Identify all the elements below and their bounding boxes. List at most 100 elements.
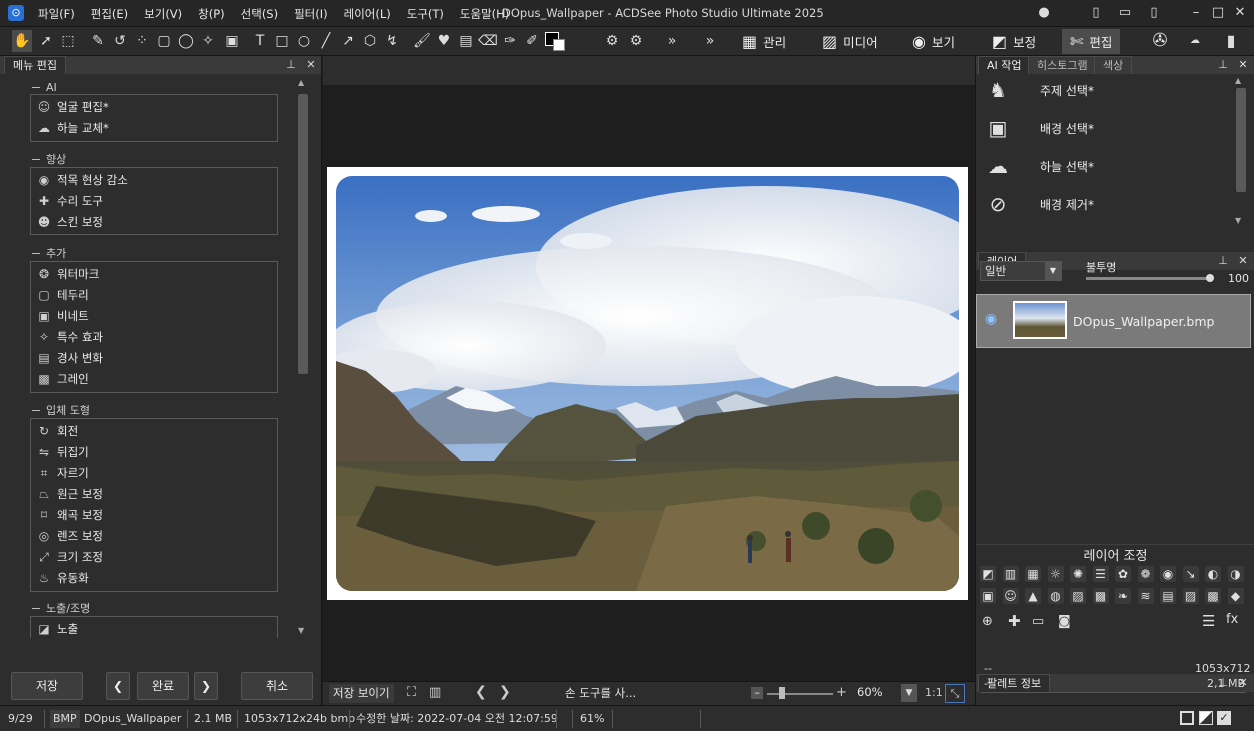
menu-file[interactable]: 파일(F) [30, 6, 83, 22]
marquee-icon[interactable]: ⬚ [58, 30, 78, 52]
menu-item-skin[interactable]: ☻ 스킨 보정 [37, 212, 103, 232]
close-button[interactable]: ✕ [1230, 4, 1250, 22]
gradient-icon[interactable]: ▤ [456, 30, 476, 52]
brush-select-icon[interactable]: ✎ [88, 30, 108, 52]
close-panel-icon[interactable]: ✕ [1236, 253, 1250, 269]
menu-tools[interactable]: 도구(T) [399, 6, 452, 22]
next-button[interactable]: ❯ [194, 672, 218, 700]
eraser-icon[interactable]: ⌫ [478, 30, 498, 52]
color-balance-adjust-icon[interactable]: ❁ [1137, 566, 1154, 582]
zoom-value[interactable]: 60% [857, 685, 901, 699]
stamp-icon[interactable]: ▣ [222, 30, 242, 52]
arrow-tool-icon[interactable]: ↗ [338, 30, 358, 52]
group-header-enhance[interactable]: 향상 [32, 152, 66, 166]
square-view-icon[interactable] [1180, 711, 1194, 725]
menu-item-border[interactable]: ▢ 테두리 [37, 285, 88, 305]
landscape-photo[interactable] [336, 176, 959, 591]
paint-brush-icon[interactable]: 🖌 [412, 30, 432, 52]
white-balance-adjust-icon[interactable]: ◉ [1160, 566, 1176, 582]
prev-image-icon[interactable]: ❮ [475, 684, 487, 700]
drop-adjust-icon[interactable]: ◍ [1047, 588, 1064, 604]
ai-select-background[interactable]: ▣ 배경 선택* [980, 110, 1094, 146]
cancel-button[interactable]: 취소 [241, 672, 313, 700]
glasses-adjust-icon[interactable]: ❧ [1115, 588, 1131, 604]
contrast-adjust-icon[interactable]: ◐ [1205, 566, 1221, 582]
menu-item-watermark[interactable]: ❂ 워터마크 [37, 264, 99, 284]
select-arrow-icon[interactable]: ➚ [36, 30, 56, 52]
expand-tools-icon[interactable]: » [662, 30, 682, 52]
zoom-slider[interactable] [767, 693, 833, 695]
app-logo-icon[interactable]: ⊙ [8, 5, 24, 21]
fx-icon[interactable]: fx [1226, 612, 1238, 627]
text-tool-icon[interactable]: T [250, 30, 270, 52]
pin-icon[interactable]: ⊥ [1216, 253, 1230, 269]
panel-right-toggle-icon[interactable]: ▯ [1144, 4, 1164, 22]
menu-item-crop[interactable]: ⌗ 자르기 [37, 463, 89, 483]
group-header-exposure[interactable]: 노출/조명 [32, 601, 90, 615]
menu-layer[interactable]: 레이어(L) [336, 6, 399, 22]
dodge-adjust-icon[interactable]: ↘ [1182, 566, 1199, 582]
panel-bottom-toggle-icon[interactable]: ▭ [1115, 4, 1135, 22]
heal-brush-icon[interactable]: ♥ [434, 30, 454, 52]
menu-item-lens[interactable]: ◎ 렌즈 보정 [37, 526, 103, 546]
grain-adjust-icon[interactable]: ▩ [1205, 588, 1221, 604]
zoom-slider-thumb[interactable] [779, 687, 785, 699]
ellipse-tool-icon[interactable]: ○ [294, 30, 314, 52]
mode-media-button[interactable]: ▨ 미디어 [814, 29, 886, 54]
pin-icon[interactable]: ⊥ [1216, 57, 1230, 73]
fit-to-window-icon[interactable]: ⤡ [945, 684, 965, 703]
menu-item-grain[interactable]: ▩ 그레인 [37, 369, 88, 389]
rect-select-icon[interactable]: ▢ [154, 30, 174, 52]
menu-item-flip[interactable]: ⇋ 뒤집기 [37, 442, 89, 462]
cloud-365-icon[interactable]: ☁ [1182, 30, 1208, 52]
dropper-icon[interactable]: ✑ [500, 30, 520, 52]
close-panel-icon[interactable]: ✕ [1236, 57, 1250, 73]
maximize-button[interactable]: □ [1208, 4, 1228, 22]
minimize-button[interactable]: – [1186, 4, 1206, 22]
save-button[interactable]: 저장 [11, 672, 83, 700]
account-icon[interactable]: ● [1034, 4, 1054, 22]
sharpen-adjust-icon[interactable]: ▲ [1025, 588, 1041, 604]
noise-adjust-icon[interactable]: ▨ [1070, 588, 1086, 604]
ai-mask-icon[interactable]: ⚙ [602, 30, 622, 52]
tab-color[interactable]: 색상 [1094, 56, 1133, 74]
compare-view-icon[interactable] [1199, 711, 1213, 725]
tone-adjust-icon[interactable]: ☰ [1092, 566, 1109, 582]
menu-item-red-eye[interactable]: ◉ 적목 현상 감소 [37, 170, 128, 190]
scroll-up-icon[interactable]: ▲ [298, 78, 304, 87]
landscape-adjust-icon[interactable]: ▩ [1092, 588, 1109, 604]
color-wheel-adjust-icon[interactable]: ✿ [1115, 566, 1131, 582]
rectangle-tool-icon[interactable]: □ [272, 30, 292, 52]
brightness-adjust-icon[interactable]: ☼ [1047, 566, 1064, 582]
tab-edit-menu[interactable]: 메뉴 편집 [4, 56, 66, 74]
layer-menu-icon[interactable]: ☰ [1202, 612, 1215, 630]
prev-button[interactable]: ❮ [106, 672, 130, 700]
pin-icon[interactable]: ⊥ [284, 57, 298, 73]
ai-select-subject[interactable]: ♞ 주제 선택* [980, 72, 1094, 108]
menu-item-liquify[interactable]: ♨ 유동화 [37, 568, 89, 588]
plus-icon[interactable]: ✚ [1008, 612, 1021, 630]
blend-mode-select[interactable]: 일반 ▼ [980, 261, 1062, 281]
magic-wand-icon[interactable]: ✧ [198, 30, 218, 52]
menu-filter[interactable]: 필터(I) [286, 6, 336, 22]
show-save-button[interactable]: 저장 보이기 [329, 684, 394, 703]
background-color-swatch[interactable] [553, 39, 565, 51]
scroll-down-icon[interactable]: ▼ [298, 626, 304, 635]
exposure-adjust-icon[interactable]: ✺ [1070, 566, 1086, 582]
actual-size-button[interactable]: 1:1 [925, 686, 943, 699]
mode-edit-button[interactable]: ✄ 편집 [1062, 29, 1121, 54]
opacity-slider[interactable] [1086, 274, 1214, 282]
histogram-adjust-icon[interactable]: ▥ [1002, 566, 1019, 582]
stats-icon[interactable]: ▮ [1218, 30, 1244, 52]
scroll-down-icon[interactable]: ▼ [1235, 216, 1241, 225]
record-icon[interactable]: ◙ [1058, 614, 1071, 629]
line-tool-icon[interactable]: ╱ [316, 30, 336, 52]
checkbox-icon[interactable]: ✓ [1217, 711, 1231, 725]
next-image-icon[interactable]: ❯ [499, 684, 511, 700]
menu-item-exposure[interactable]: ◪ 노출 [37, 619, 78, 639]
group-header-add[interactable]: 추가 [32, 246, 66, 260]
menu-select[interactable]: 선택(S) [233, 6, 286, 22]
ai-select-sky[interactable]: ☁ 하늘 선택* [980, 148, 1094, 184]
levels-adjust-icon[interactable]: ◩ [980, 566, 996, 582]
menu-item-tilt-shift[interactable]: ▤ 경사 변화 [37, 348, 103, 368]
